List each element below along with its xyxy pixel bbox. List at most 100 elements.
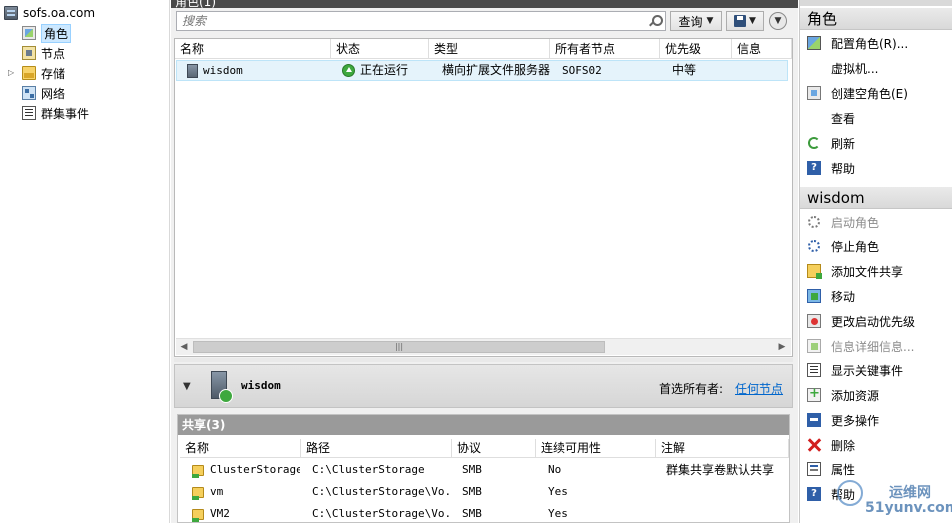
action-help[interactable]: 帮助 xyxy=(800,157,952,179)
network-icon xyxy=(22,86,36,100)
tree-node-cluster-label: sofs.oa.com xyxy=(23,6,96,20)
action-properties[interactable]: 属性 xyxy=(800,458,952,480)
action-change-startup-priority[interactable]: 更改启动优先级 xyxy=(800,310,952,332)
share-path-cell: C:\ClusterStorage\Vo... xyxy=(312,485,450,498)
role-status-cell: 正在运行 xyxy=(342,61,432,80)
column-header-priority[interactable]: 优先级 xyxy=(660,39,732,59)
share-protocol-cell: SMB xyxy=(462,463,482,476)
column-header-status[interactable]: 状态 xyxy=(331,39,429,59)
configure-role-icon xyxy=(807,36,821,50)
action-virtual-machines[interactable]: 虚拟机... xyxy=(800,57,952,79)
share-path-cell: C:\ClusterStorage\Vo... xyxy=(312,507,450,520)
share-protocol-cell: SMB xyxy=(462,485,482,498)
action-add-file-share[interactable]: 添加文件共享 xyxy=(800,260,952,282)
search-icon[interactable] xyxy=(649,15,663,27)
action-add-resource[interactable]: 添加资源 xyxy=(800,384,952,406)
action-information-details[interactable]: 信息详细信息... xyxy=(800,335,952,357)
nodes-icon xyxy=(22,46,36,60)
actions-section-roles[interactable]: 角色 xyxy=(800,8,952,30)
role-owner-cell: SOFS02 xyxy=(562,64,602,77)
role-name-cell: wisdom xyxy=(187,61,331,80)
column-header-owner-node[interactable]: 所有者节点 xyxy=(550,39,660,59)
share-column-header-name[interactable]: 名称 xyxy=(180,439,301,458)
expand-storage-chevron-icon[interactable]: ▷ xyxy=(8,69,16,77)
action-more-actions[interactable]: 更多操作 xyxy=(800,409,952,431)
failover-cluster-manager: sofs.oa.com 角色 节点 ▷ 存储 网络 群集事件 角色(1) 搜索 … xyxy=(0,0,952,523)
save-query-button[interactable]: ▼ xyxy=(726,11,764,31)
action-help-role[interactable]: 帮助 xyxy=(800,483,952,505)
scroll-right-arrow-icon[interactable]: ▶ xyxy=(774,339,790,355)
action-refresh[interactable]: 刷新 xyxy=(800,132,952,154)
table-row[interactable]: vm C:\ClusterStorage\Vo... SMB Yes xyxy=(178,481,789,503)
share-note-cell xyxy=(666,481,788,503)
role-server-large-icon xyxy=(211,371,233,403)
share-note-cell xyxy=(666,503,788,523)
action-start-role[interactable]: 启动角色 xyxy=(800,211,952,233)
help-icon xyxy=(807,161,821,175)
preferred-owner-label: 首选所有者: xyxy=(659,382,724,396)
preferred-owner-link[interactable]: 任何节点 xyxy=(735,380,783,397)
shared-folder-icon xyxy=(192,464,204,478)
scroll-left-arrow-icon[interactable]: ◀ xyxy=(176,339,192,355)
create-empty-role-icon xyxy=(807,86,821,100)
roles-toolbar: 查询 ▼ ▼ ▼ xyxy=(173,9,795,33)
share-name-cell: vm xyxy=(192,481,300,503)
action-delete[interactable]: 删除 xyxy=(800,434,952,456)
storage-icon xyxy=(22,66,36,80)
save-floppy-icon xyxy=(734,15,747,27)
share-note-cell: 群集共享卷默认共享 xyxy=(666,463,775,477)
query-button-label: 查询 xyxy=(678,14,703,29)
table-row[interactable]: wisdom 正在运行 横向扩展文件服务器 SOFS02 中等 xyxy=(176,60,788,81)
tree-node-storage-label: 存储 xyxy=(41,66,66,81)
detail-title: wisdom xyxy=(241,379,281,392)
tree-node-storage[interactable]: 存储 xyxy=(22,64,65,82)
share-column-header-note[interactable]: 注解 xyxy=(656,439,789,458)
query-button[interactable]: 查询 ▼ xyxy=(670,11,722,31)
action-show-critical-events[interactable]: 显示关键事件 xyxy=(800,359,952,381)
share-availability-cell: No xyxy=(548,463,562,476)
tree-node-cluster[interactable]: sofs.oa.com xyxy=(4,4,95,22)
tree-node-nodes[interactable]: 节点 xyxy=(22,44,65,62)
action-move[interactable]: 移动 xyxy=(800,285,952,307)
column-header-name[interactable]: 名称 xyxy=(175,39,331,59)
collapse-chevron-icon[interactable]: ▼ xyxy=(183,381,191,392)
tree-node-cluster-events[interactable]: 群集事件 xyxy=(22,104,89,122)
table-row[interactable]: VM2 C:\ClusterStorage\Vo... SMB Yes xyxy=(178,503,789,523)
action-configure-role[interactable]: 配置角色(R)... xyxy=(800,32,952,54)
expand-toggle-chevron-icon[interactable]: ▼ xyxy=(769,12,787,30)
column-header-info[interactable]: 信息 xyxy=(732,39,792,59)
share-column-header-path[interactable]: 路径 xyxy=(301,439,452,458)
share-path-cell: C:\ClusterStorage xyxy=(312,463,425,476)
tree-node-networks-label: 网络 xyxy=(41,86,66,101)
tree-node-roles[interactable]: 角色 xyxy=(22,23,72,43)
critical-events-icon xyxy=(807,363,821,377)
pane-splitter[interactable] xyxy=(174,358,793,362)
horizontal-scrollbar[interactable]: ◀ ||| ▶ xyxy=(176,338,791,355)
column-header-type[interactable]: 类型 xyxy=(429,39,550,59)
query-dropdown-caret-icon: ▼ xyxy=(706,16,714,26)
shares-panel: 共享(3) 名称 路径 协议 连续可用性 注解 ClusterStorage$ … xyxy=(177,414,790,523)
action-view[interactable]: 查看 xyxy=(800,107,952,129)
properties-icon xyxy=(807,462,821,476)
cluster-events-icon xyxy=(22,106,36,120)
search-input[interactable] xyxy=(177,12,637,30)
action-stop-role[interactable]: 停止角色 xyxy=(800,235,952,257)
share-column-header-protocol[interactable]: 协议 xyxy=(452,439,536,458)
startup-priority-icon xyxy=(807,314,821,328)
actions-top-strip xyxy=(800,0,952,6)
scrollbar-thumb[interactable]: ||| xyxy=(193,341,605,353)
shares-title: 共享(3) xyxy=(178,415,789,435)
cluster-server-icon xyxy=(4,6,18,20)
share-name-cell: ClusterStorage$ xyxy=(192,459,300,481)
move-icon xyxy=(807,289,821,303)
roles-table: 名称 状态 类型 所有者节点 优先级 信息 wisdom 正在运行 横向扩展文件… xyxy=(174,38,793,357)
search-box xyxy=(176,11,666,31)
actions-section-wisdom[interactable]: wisdom xyxy=(800,187,952,209)
table-row[interactable]: ClusterStorage$ C:\ClusterStorage SMB No… xyxy=(178,459,789,481)
tree-node-networks[interactable]: 网络 xyxy=(22,84,65,102)
information-details-icon xyxy=(807,339,821,353)
action-create-empty-role[interactable]: 创建空角色(E) xyxy=(800,82,952,104)
share-name-cell: VM2 xyxy=(192,503,300,523)
share-column-header-availability[interactable]: 连续可用性 xyxy=(536,439,656,458)
add-resource-icon xyxy=(807,386,821,402)
